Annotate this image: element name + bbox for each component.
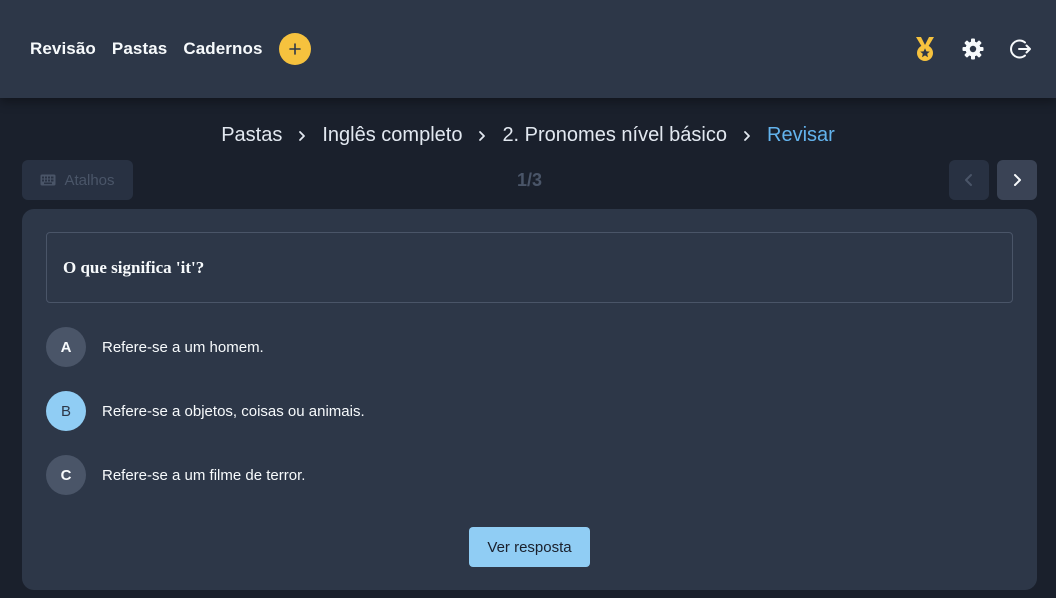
shortcuts-button[interactable]: Atalhos	[22, 160, 133, 200]
nav-link-pastas[interactable]: Pastas	[112, 39, 167, 59]
breadcrumb-item-revisar[interactable]: Revisar	[765, 124, 837, 147]
logout-icon	[1010, 39, 1031, 59]
breadcrumb-item-pastas[interactable]: Pastas	[219, 124, 284, 147]
option-text: Refere-se a um filme de terror.	[102, 466, 306, 484]
chevron-right-icon	[1014, 174, 1021, 186]
breadcrumb-item-pronomes[interactable]: 2. Pronomes nível básico	[500, 124, 729, 147]
user-actions	[912, 36, 1034, 62]
logout-button[interactable]	[1008, 36, 1034, 62]
breadcrumb-item-ingles-completo[interactable]: Inglês completo	[320, 124, 464, 147]
medal-icon	[916, 37, 934, 61]
option-b[interactable]: B Refere-se a objetos, coisas ou animais…	[46, 391, 365, 431]
option-letter: A	[46, 327, 86, 367]
review-toolbar: 1/3 Atalhos	[22, 160, 1037, 200]
achievements-button[interactable]	[912, 36, 938, 62]
chevron-right-icon	[284, 130, 320, 142]
main-nav: Revisão Pastas Cadernos	[30, 33, 311, 65]
flashcard: O que significa 'it'? A Refere-se a um h…	[22, 209, 1037, 590]
chevron-right-icon	[464, 130, 500, 142]
breadcrumb: Pastas Inglês completo 2. Pronomes nível…	[0, 124, 1056, 147]
gear-icon	[962, 38, 984, 60]
plus-icon	[288, 43, 301, 55]
option-text: Refere-se a um homem.	[102, 338, 264, 356]
previous-card-button[interactable]	[949, 160, 989, 200]
option-a[interactable]: A Refere-se a um homem.	[46, 327, 264, 367]
chevron-left-icon	[965, 174, 972, 186]
question-text: O que significa 'it'?	[46, 232, 1013, 303]
next-card-button[interactable]	[997, 160, 1037, 200]
keyboard-icon	[40, 174, 56, 186]
nav-link-cadernos[interactable]: Cadernos	[183, 39, 262, 59]
card-pager	[949, 160, 1037, 200]
card-counter: 1/3	[516, 169, 543, 190]
settings-button[interactable]	[960, 36, 986, 62]
nav-link-revisao[interactable]: Revisão	[30, 39, 96, 59]
shortcuts-label: Atalhos	[64, 171, 115, 189]
option-letter: B	[46, 391, 86, 431]
show-answer-button[interactable]: Ver resposta	[469, 527, 590, 567]
chevron-right-icon	[729, 130, 765, 142]
add-button[interactable]	[278, 33, 311, 65]
option-letter: C	[46, 455, 86, 495]
option-text: Refere-se a objetos, coisas ou animais.	[102, 402, 365, 420]
option-c[interactable]: C Refere-se a um filme de terror.	[46, 455, 305, 495]
top-navbar: Revisão Pastas Cadernos	[0, 0, 1056, 98]
